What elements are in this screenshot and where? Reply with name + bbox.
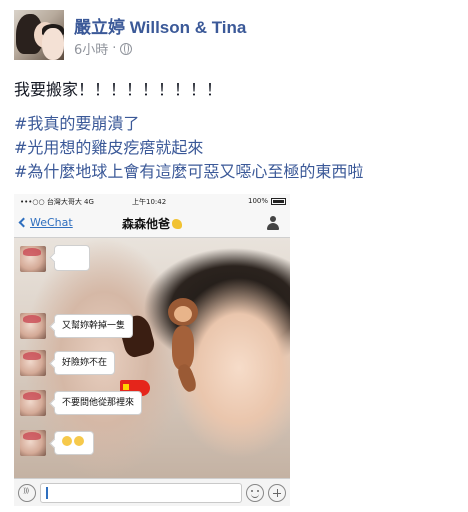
phone-status-bar: •••○○ 台灣大哥大 4G 上午10:42 100% bbox=[14, 194, 290, 208]
hashtag-link[interactable]: #我真的要崩潰了 bbox=[14, 112, 454, 136]
status-time: 上午10:42 bbox=[132, 198, 167, 206]
plus-icon bbox=[268, 484, 286, 502]
author-name[interactable]: 嚴立婷 Willson & Tina bbox=[74, 13, 246, 38]
emoji-icon bbox=[62, 436, 72, 446]
hashtag-link[interactable]: #為什麼地球上會有這麼可惡又噁心至極的東西啦 bbox=[14, 160, 454, 184]
battery-percent: 100% bbox=[247, 197, 268, 205]
contact-avatar bbox=[20, 246, 46, 272]
chat-nav-bar: WeChat 森森他爸 bbox=[14, 208, 290, 238]
flexed-biceps-icon bbox=[172, 219, 182, 229]
message-bubble-emoji bbox=[54, 431, 94, 455]
contact-avatar bbox=[20, 430, 46, 456]
globe-icon[interactable] bbox=[120, 42, 133, 55]
message-bubble: 又幫妳幹掉一隻 bbox=[54, 314, 134, 338]
contact-avatar bbox=[20, 390, 46, 416]
message-input bbox=[40, 483, 242, 503]
person-icon bbox=[266, 216, 280, 230]
contact-avatar bbox=[20, 313, 46, 339]
post-photo[interactable]: •••○○ 台灣大哥大 4G 上午10:42 100% WeChat 森森他爸 … bbox=[14, 194, 290, 506]
meta-separator: · bbox=[112, 41, 117, 56]
author-avatar[interactable] bbox=[14, 10, 64, 60]
post-text: 我要搬家！！！！！！！！！ #我真的要崩潰了 #光用想的雞皮疙瘩就起來 #為什麼… bbox=[14, 78, 454, 184]
message-bubble: 不要問他從那裡來 bbox=[54, 391, 143, 415]
chat-background: 又幫妳幹掉一隻 好險妳不在 不要問他從那裡來 bbox=[14, 238, 290, 478]
post-header: 嚴立婷 Willson & Tina 6小時 · bbox=[14, 10, 454, 60]
monkey-sticker bbox=[162, 298, 202, 394]
chat-input-bar bbox=[14, 478, 290, 506]
contact-avatar bbox=[20, 350, 46, 376]
message-bubble-image bbox=[54, 245, 90, 271]
post-meta: 6小時 · bbox=[74, 39, 133, 58]
voice-icon bbox=[18, 484, 36, 502]
smiley-icon bbox=[246, 484, 264, 502]
chat-title-text: 森森他爸 bbox=[121, 217, 170, 231]
carrier-text: •••○○ 台灣大哥大 4G bbox=[20, 198, 94, 206]
post-text-line: 我要搬家！！！！！！！！！ bbox=[14, 80, 223, 99]
chat-title: 森森他爸 bbox=[14, 215, 290, 232]
message-bubble: 好險妳不在 bbox=[54, 351, 116, 375]
battery-icon bbox=[271, 198, 286, 205]
hashtag-link[interactable]: #光用想的雞皮疙瘩就起來 bbox=[14, 136, 454, 160]
post-timestamp[interactable]: 6小時 bbox=[74, 39, 108, 58]
emoji-icon bbox=[74, 436, 84, 446]
